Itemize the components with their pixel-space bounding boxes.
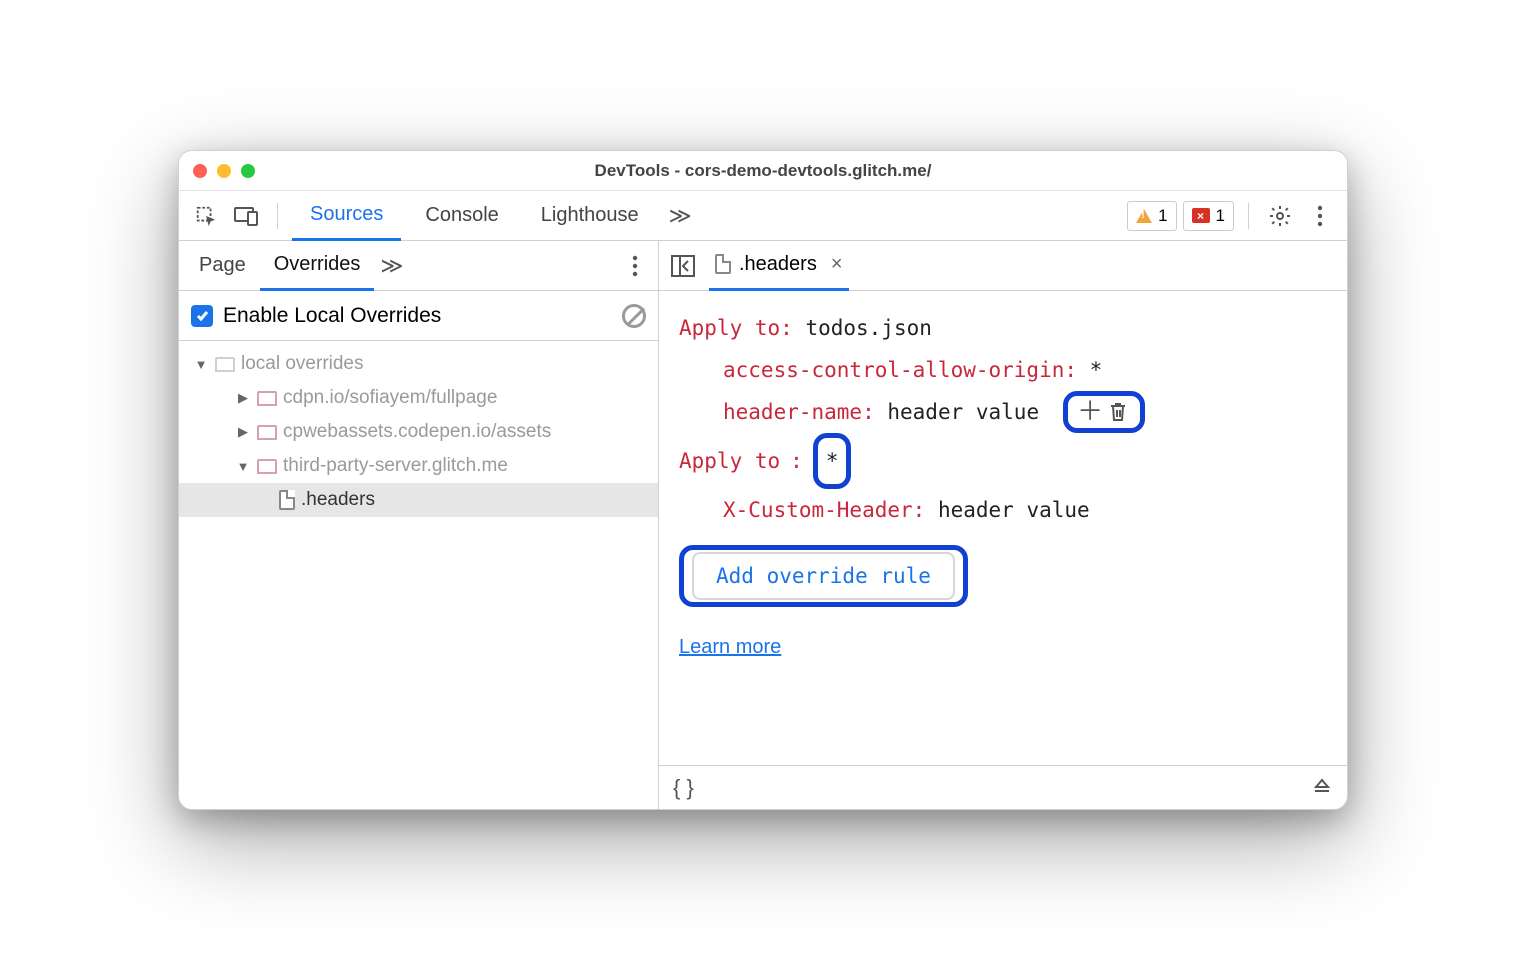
enable-overrides-checkbox[interactable]: [191, 305, 213, 327]
file-icon: [279, 490, 295, 510]
file-tree: ▼ local overrides ▶ cdpn.io/sofiayem/ful…: [179, 341, 658, 809]
header-line: access-control-allow-origin: *: [679, 349, 1327, 391]
add-rule-row: Add override rule: [679, 545, 1327, 607]
devtools-window: DevTools - cors-demo-devtools.glitch.me/…: [178, 150, 1348, 810]
warning-triangle-icon: [1136, 209, 1152, 223]
wildcard-highlight: *: [813, 433, 852, 489]
header-line: X-Custom-Header: header value: [679, 489, 1327, 531]
learn-more-link[interactable]: Learn more: [679, 636, 781, 658]
more-tabs-chevron-icon[interactable]: ≫: [663, 203, 698, 229]
learn-more-row: Learn more: [679, 625, 1327, 667]
errors-badge[interactable]: × 1: [1183, 201, 1234, 231]
folder-icon: [215, 357, 235, 372]
tree-root[interactable]: ▼ local overrides: [179, 347, 658, 381]
folder-icon: [257, 425, 277, 440]
more-left-tabs-chevron-icon[interactable]: ≫: [374, 253, 409, 279]
minimize-window-icon[interactable]: [217, 164, 231, 178]
clear-overrides-icon[interactable]: [622, 304, 646, 328]
folder-icon: [257, 391, 277, 406]
device-toolbar-icon[interactable]: [229, 199, 263, 233]
folder-icon: [257, 459, 277, 474]
add-header-icon[interactable]: ＋: [1076, 398, 1104, 426]
caret-right-icon: ▶: [235, 424, 251, 440]
divider: [1248, 203, 1249, 229]
error-count: 1: [1216, 206, 1225, 226]
content-area: Page Overrides ≫ Enable Local Overrides …: [179, 241, 1347, 809]
folder-label: cdpn.io/sofiayem/fullpage: [283, 387, 497, 409]
caret-down-icon: ▼: [235, 459, 251, 474]
tree-file-selected[interactable]: .headers: [179, 483, 658, 517]
warnings-badge[interactable]: 1: [1127, 201, 1176, 231]
maximize-window-icon[interactable]: [241, 164, 255, 178]
titlebar: DevTools - cors-demo-devtools.glitch.me/: [179, 151, 1347, 191]
apply-to-line: Apply to: *: [679, 433, 1327, 489]
window-title: DevTools - cors-demo-devtools.glitch.me/: [179, 161, 1347, 181]
file-label: .headers: [301, 489, 375, 511]
pretty-print-icon[interactable]: { }: [673, 775, 694, 801]
apply-target[interactable]: todos.json: [805, 316, 931, 340]
tree-folder[interactable]: ▼ third-party-server.glitch.me: [179, 449, 658, 483]
editor-tab-label: .headers: [739, 253, 817, 276]
right-panel: .headers × Apply to: todos.json access-c…: [659, 241, 1347, 809]
tab-console[interactable]: Console: [407, 191, 516, 241]
warning-count: 1: [1158, 206, 1167, 226]
tree-root-label: local overrides: [241, 353, 364, 375]
settings-gear-icon[interactable]: [1263, 199, 1297, 233]
caret-down-icon: ▼: [193, 357, 209, 372]
divider: [277, 203, 278, 229]
header-name[interactable]: X-Custom-Header: [723, 498, 913, 522]
add-rule-highlight: Add override rule: [679, 545, 968, 607]
left-tabbar: Page Overrides ≫: [179, 241, 658, 291]
header-value[interactable]: *: [1090, 358, 1103, 382]
apply-label: Apply to: [679, 440, 780, 482]
apply-target[interactable]: *: [826, 440, 839, 482]
apply-to-line: Apply to: todos.json: [679, 307, 1327, 349]
apply-label: Apply to: [679, 316, 780, 340]
header-value[interactable]: header value: [938, 498, 1090, 522]
delete-header-icon[interactable]: [1104, 398, 1132, 426]
left-tab-page[interactable]: Page: [185, 241, 260, 291]
tree-folder[interactable]: ▶ cpwebassets.codepen.io/assets: [179, 415, 658, 449]
main-toolbar: Sources Console Lighthouse ≫ 1 × 1: [179, 191, 1347, 241]
editor-body: Apply to: todos.json access-control-allo…: [659, 291, 1347, 765]
left-tab-overrides[interactable]: Overrides: [260, 241, 375, 291]
save-to-file-icon[interactable]: [1311, 774, 1333, 801]
traffic-lights: [193, 164, 255, 178]
editor-tabbar: .headers ×: [659, 241, 1347, 291]
close-tab-icon[interactable]: ×: [831, 253, 843, 276]
header-value[interactable]: header value: [887, 400, 1039, 424]
add-override-rule-button[interactable]: Add override rule: [692, 552, 955, 600]
kebab-menu-icon[interactable]: [1303, 199, 1337, 233]
left-panel: Page Overrides ≫ Enable Local Overrides …: [179, 241, 659, 809]
tab-sources[interactable]: Sources: [292, 191, 401, 241]
close-window-icon[interactable]: [193, 164, 207, 178]
inspect-element-icon[interactable]: [189, 199, 223, 233]
enable-overrides-label: Enable Local Overrides: [223, 304, 441, 328]
toggle-sidebar-icon[interactable]: [669, 255, 697, 277]
error-square-icon: ×: [1192, 208, 1210, 223]
header-name[interactable]: header-name: [723, 400, 862, 424]
folder-label: cpwebassets.codepen.io/assets: [283, 421, 551, 443]
header-name[interactable]: access-control-allow-origin: [723, 358, 1064, 382]
enable-overrides-row: Enable Local Overrides: [179, 291, 658, 341]
left-kebab-menu-icon[interactable]: [618, 249, 652, 283]
tab-lighthouse[interactable]: Lighthouse: [523, 191, 657, 241]
folder-label: third-party-server.glitch.me: [283, 455, 508, 477]
editor-tab-headers[interactable]: .headers ×: [709, 241, 849, 291]
caret-right-icon: ▶: [235, 390, 251, 406]
header-actions-highlight: ＋: [1063, 391, 1145, 433]
file-icon: [715, 254, 731, 274]
tree-folder[interactable]: ▶ cdpn.io/sofiayem/fullpage: [179, 381, 658, 415]
header-line: header-name: header value ＋: [679, 391, 1327, 433]
editor-statusbar: { }: [659, 765, 1347, 809]
